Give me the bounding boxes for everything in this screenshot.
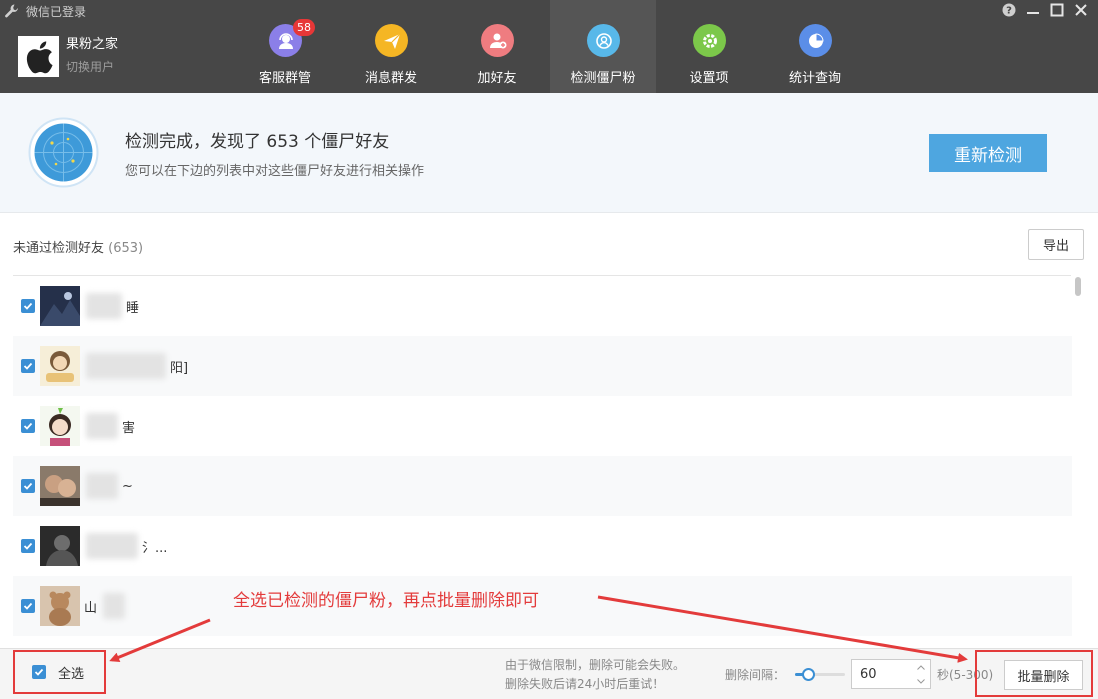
top-bar: 微信已登录 ? 果粉之家 切换用户 58 客服群管 消息群发 加好友 检测僵尸粉… xyxy=(0,0,1098,93)
row-checkbox[interactable] xyxy=(21,419,35,433)
nav-label: 加好友 xyxy=(477,71,517,86)
detection-subtext: 您可以在下边的列表中对这些僵尸好友进行相关操作 xyxy=(125,164,425,179)
avatar xyxy=(40,286,80,326)
delete-notice: 由于微信限制，删除可能会失败。 删除失败后请24小时后重试！ xyxy=(505,656,685,694)
window-controls: ? xyxy=(1000,2,1090,18)
help-icon[interactable]: ? xyxy=(1000,2,1018,18)
chevron-up-icon[interactable] xyxy=(912,660,930,674)
nav-item-add-friend[interactable]: 加好友 xyxy=(444,0,550,93)
row-checkbox[interactable] xyxy=(21,479,35,493)
avatar xyxy=(40,346,80,386)
list-header: 未通过检测好友 (653) xyxy=(13,237,143,256)
main-nav: 58 客服群管 消息群发 加好友 检测僵尸粉 设置项 统计查询 xyxy=(232,0,868,93)
switch-user-link[interactable]: 切换用户 xyxy=(66,58,118,75)
gear-icon xyxy=(693,24,726,57)
select-all-label: 全选 xyxy=(58,666,85,682)
nav-label: 消息群发 xyxy=(364,71,417,86)
add-user-icon xyxy=(481,24,514,57)
close-icon[interactable] xyxy=(1072,2,1090,18)
notice-line-1: 由于微信限制，删除可能会失败。 xyxy=(505,658,686,672)
redacted-name xyxy=(86,353,166,379)
window-title: 微信已登录 xyxy=(26,4,87,19)
avatar xyxy=(40,586,80,626)
batch-delete-button[interactable]: 批量删除 xyxy=(1004,660,1083,690)
radar-icon xyxy=(28,117,99,188)
annotation-text: 全选已检测的僵尸粉，再点批量删除即可 xyxy=(233,591,539,611)
list-scrollbar[interactable] xyxy=(1074,276,1082,648)
wrench-icon xyxy=(5,4,18,18)
notice-line-2: 删除失败后请24小时后重试！ xyxy=(505,677,665,691)
interval-label: 删除间隔： xyxy=(725,668,786,682)
avatar xyxy=(40,466,80,506)
friend-nickname: 阳] xyxy=(170,360,189,376)
recheck-button[interactable]: 重新检测 xyxy=(929,134,1047,172)
friend-nickname: 害 xyxy=(122,420,136,436)
nav-label: 统计查询 xyxy=(788,71,841,86)
window-title-bar: 微信已登录 xyxy=(4,3,86,19)
list-item[interactable]: 害 xyxy=(13,396,1072,456)
nav-item-detect-zombie[interactable]: 检测僵尸粉 xyxy=(550,0,656,93)
pie-chart-icon xyxy=(799,24,832,57)
row-checkbox[interactable] xyxy=(21,539,35,553)
list-item[interactable]: 阳] xyxy=(13,336,1072,396)
list-item[interactable]: 氵... xyxy=(13,516,1072,576)
minimize-icon[interactable] xyxy=(1024,2,1042,18)
export-button[interactable]: 导出 xyxy=(1028,229,1084,260)
maximize-icon[interactable] xyxy=(1048,2,1066,18)
nav-label: 设置项 xyxy=(689,71,729,86)
row-checkbox[interactable] xyxy=(21,359,35,373)
friend-nickname: 睡 xyxy=(126,300,140,316)
detect-icon xyxy=(587,24,620,57)
notification-badge: 58 xyxy=(293,19,315,36)
nav-label: 客服群管 xyxy=(258,71,311,86)
nav-item-mass-message[interactable]: 消息群发 xyxy=(338,0,444,93)
checkbox-checked-icon xyxy=(32,665,46,679)
nav-label: 检测僵尸粉 xyxy=(570,71,636,86)
redacted-name xyxy=(86,413,118,439)
chevron-down-icon[interactable] xyxy=(912,674,930,688)
scrollbar-thumb[interactable] xyxy=(1075,277,1081,296)
interval-stepper[interactable] xyxy=(851,659,931,689)
nav-item-settings[interactable]: 设置项 xyxy=(656,0,762,93)
list-count: (653) xyxy=(108,241,144,256)
friend-nickname: 山 xyxy=(84,600,98,616)
select-all-checkbox[interactable]: 全选 xyxy=(13,650,106,694)
slider-knob[interactable] xyxy=(802,668,815,681)
list-item[interactable]: 山 xyxy=(13,576,1072,636)
avatar xyxy=(40,526,80,566)
redacted-name xyxy=(86,533,138,559)
account-name: 果粉之家 xyxy=(66,37,119,52)
interval-input[interactable] xyxy=(852,660,912,688)
svg-text:?: ? xyxy=(1006,6,1012,17)
account-panel: 果粉之家 切换用户 xyxy=(18,36,118,77)
redacted-name xyxy=(86,473,118,499)
row-checkbox[interactable] xyxy=(21,299,35,313)
apple-logo-icon xyxy=(18,36,59,77)
detection-result-banner: 检测完成，发现了 653 个僵尸好友 您可以在下边的列表中对这些僵尸好友进行相关… xyxy=(0,93,1098,213)
friend-nickname: ~ xyxy=(122,478,133,494)
paper-plane-icon xyxy=(375,24,408,57)
interval-slider[interactable] xyxy=(795,667,845,681)
avatar xyxy=(40,406,80,446)
nav-item-statistics[interactable]: 统计查询 xyxy=(762,0,868,93)
detection-headline: 检测完成，发现了 653 个僵尸好友 xyxy=(125,132,390,152)
redacted-name xyxy=(103,593,126,619)
list-item[interactable]: 睡 xyxy=(13,276,1072,336)
row-checkbox[interactable] xyxy=(21,599,35,613)
redacted-name xyxy=(86,293,122,319)
friend-list[interactable]: 睡 阳] 害 ~ 氵... 山 xyxy=(13,276,1072,648)
list-title: 未通过检测好友 xyxy=(13,241,105,256)
friend-nickname: 氵... xyxy=(142,540,168,556)
nav-item-customer-group[interactable]: 58 客服群管 xyxy=(232,0,338,93)
list-item[interactable]: ~ xyxy=(13,456,1072,516)
